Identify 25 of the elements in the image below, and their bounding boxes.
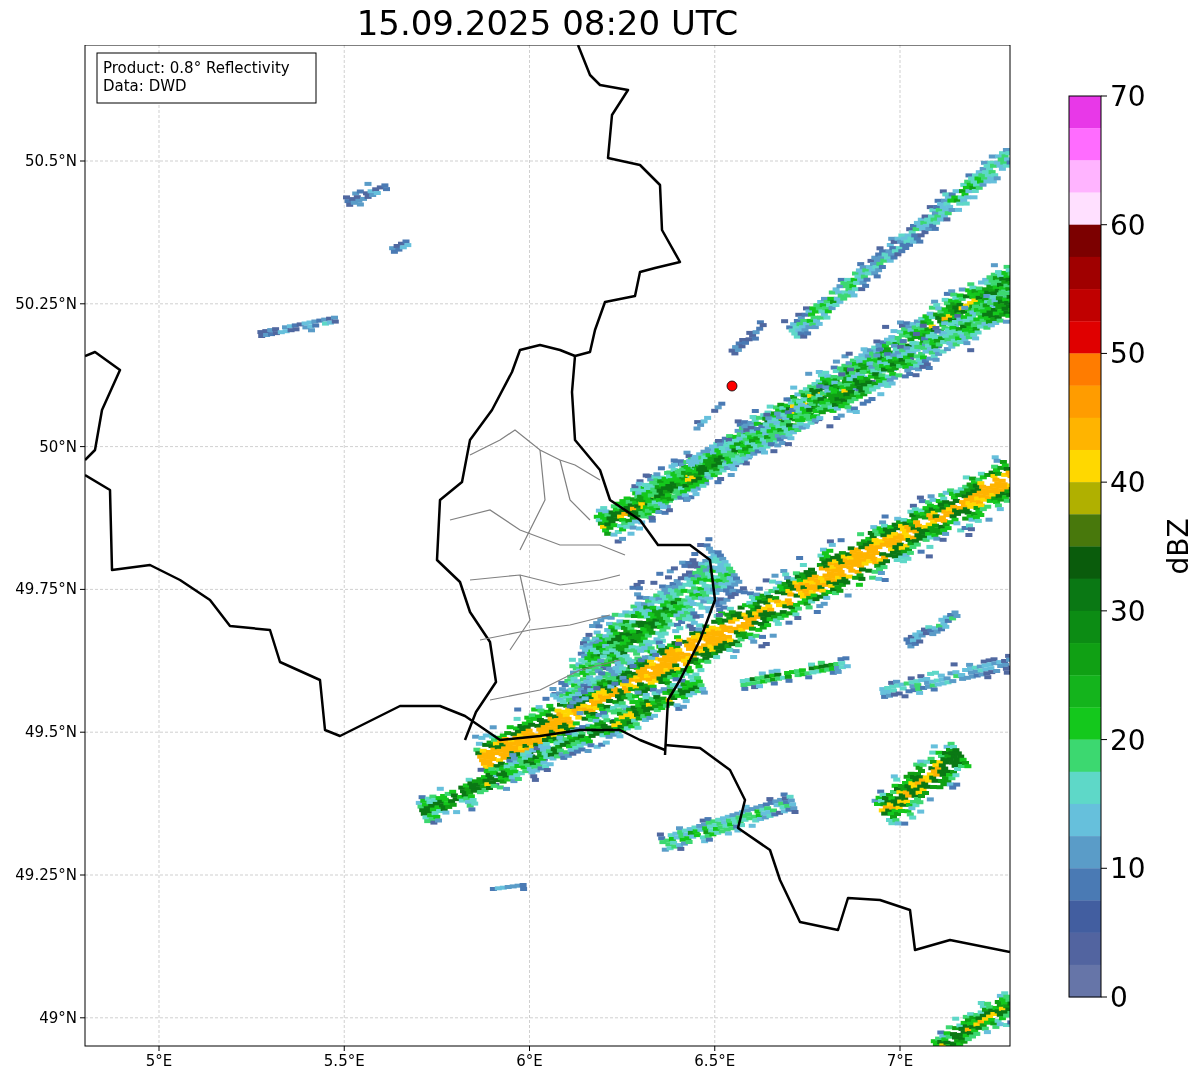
colorbar-tick-label: 0: [1110, 981, 1128, 1014]
longitude-label: 6.5°E: [694, 1052, 736, 1070]
colorbar-tick-label: 10: [1110, 852, 1146, 886]
latitude-label: 49.25°N: [15, 866, 77, 884]
colorbar-tick-label: 20: [1110, 723, 1146, 757]
colorbar-tick-label: 30: [1110, 594, 1146, 628]
longitude-label: 6°E: [516, 1052, 543, 1070]
location-marker: [726, 380, 738, 392]
latitude-label: 50.5°N: [24, 152, 77, 170]
latitude-label: 49.5°N: [24, 723, 77, 742]
colorbar-tick-label: 70: [1110, 80, 1146, 113]
chart-title: 15.09.2025 08:20 UTC: [356, 5, 739, 40]
latitude-label: 50.25°N: [15, 294, 77, 313]
colorbar-tick-label: 40: [1110, 466, 1146, 500]
colorbar-label: dBZ: [1162, 518, 1195, 575]
colorbar-tick-label: 60: [1110, 208, 1146, 242]
longitude-label: 5°E: [145, 1052, 173, 1070]
latitude-label: 49°N: [39, 1008, 77, 1027]
latitude-label: 50°N: [39, 437, 77, 456]
longitude-label: 5.5°E: [323, 1052, 365, 1070]
info-text: Product: 0.8° Reflectivity: [103, 59, 290, 77]
colorbar-tick-label: 50: [1110, 337, 1146, 371]
longitude-label: 7°E: [886, 1052, 914, 1070]
latitude-label: 49.75°N: [15, 580, 77, 599]
info-text: Data: DWD: [103, 77, 187, 95]
